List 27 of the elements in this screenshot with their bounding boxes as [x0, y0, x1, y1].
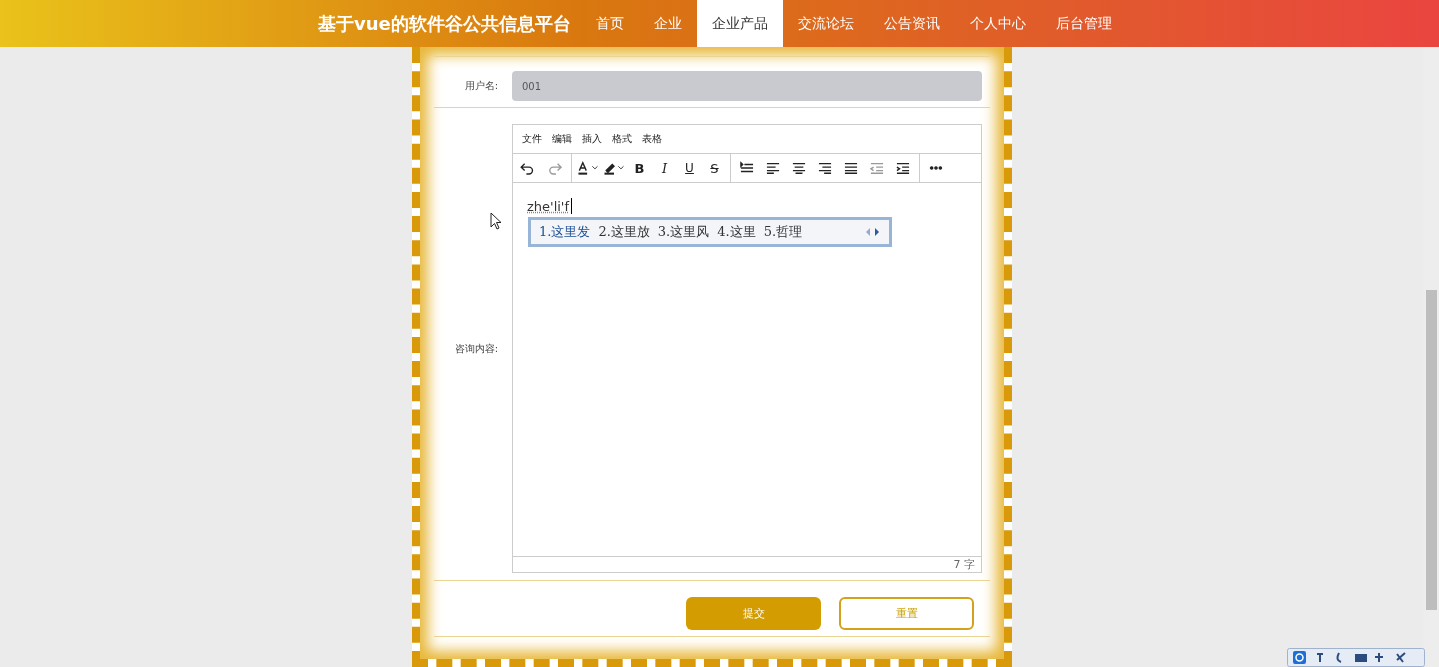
underline-button[interactable]: U: [677, 156, 702, 180]
strike-button[interactable]: S: [702, 156, 727, 180]
composition-text: zhe'li'f: [527, 198, 569, 214]
ime-candidate[interactable]: 3.这里风: [657, 223, 710, 241]
mouse-pointer-icon: [490, 212, 504, 232]
menu-item[interactable]: 插入: [577, 132, 607, 146]
site-title: 基于vue的软件谷公共信息平台: [318, 11, 571, 36]
ime-candidate[interactable]: 4.这里: [717, 223, 756, 241]
nav-tab[interactable]: 个人中心: [954, 0, 1041, 47]
bold-button[interactable]: B: [627, 156, 652, 180]
field-label: 用户名:: [463, 79, 498, 93]
ime-candidate[interactable]: 1.这里发: [539, 223, 591, 241]
menu-item[interactable]: 格式: [607, 132, 637, 146]
ime-candidate[interactable]: 2.这里放: [598, 223, 650, 241]
field-label: 咨询内容:: [453, 341, 498, 356]
nav-tab[interactable]: 公告资讯: [868, 0, 955, 47]
ime-toolbar[interactable]: [1287, 648, 1425, 667]
italic-button[interactable]: I: [652, 156, 677, 180]
nav-tab[interactable]: 企业产品: [696, 0, 783, 47]
menu-item[interactable]: 表格: [637, 132, 667, 146]
word-count: 7 字: [953, 557, 975, 572]
menu-item[interactable]: 文件: [517, 132, 547, 146]
page-arrows-icon[interactable]: [865, 227, 881, 237]
nav-tab[interactable]: 后台管理: [1040, 0, 1127, 47]
ime-candidate[interactable]: 5.哲理: [763, 223, 803, 241]
text-caret: [571, 198, 572, 214]
menu-item[interactable]: 编辑: [547, 132, 577, 146]
